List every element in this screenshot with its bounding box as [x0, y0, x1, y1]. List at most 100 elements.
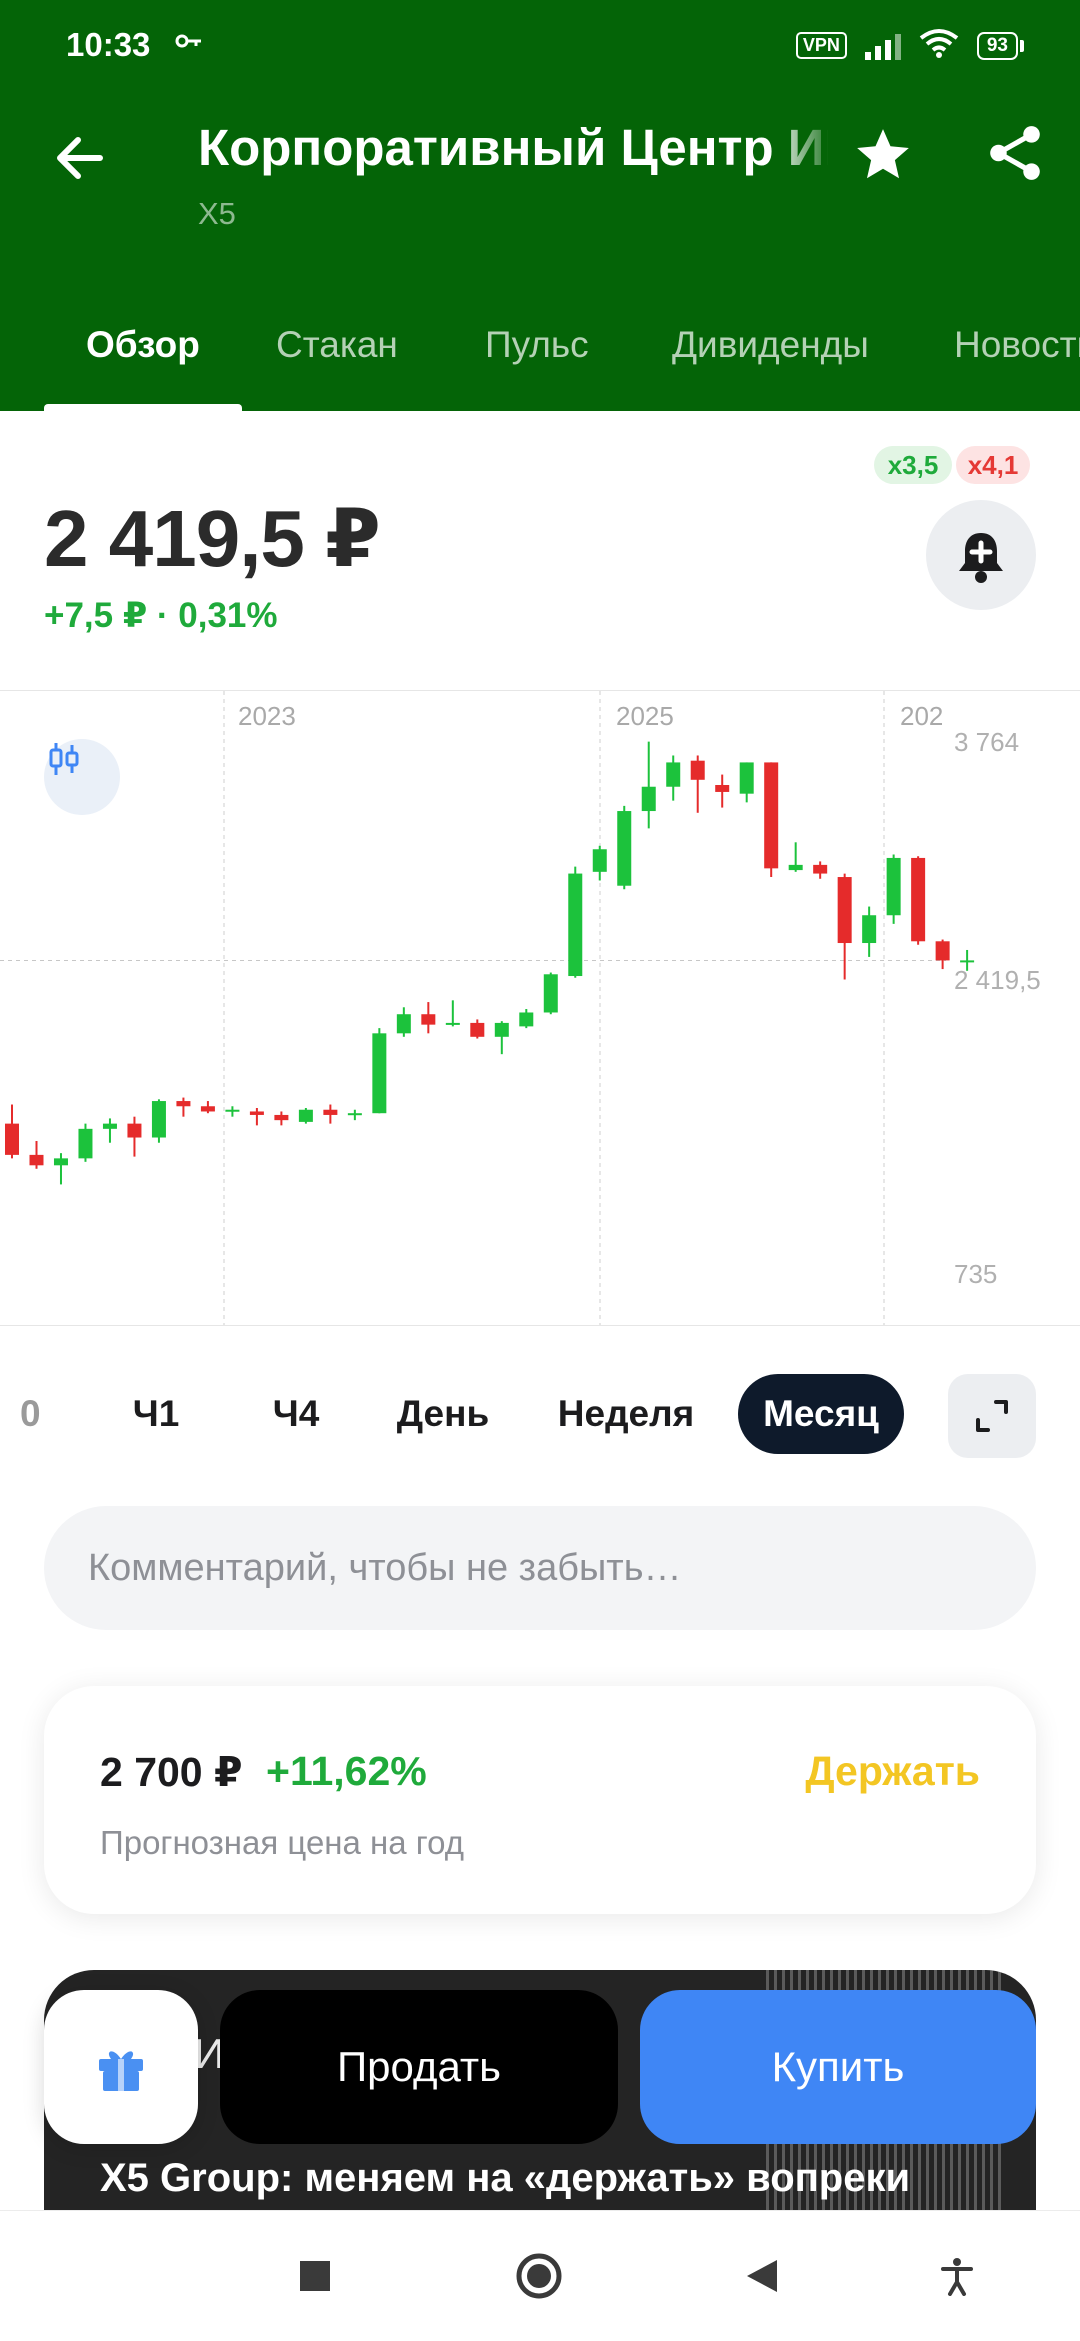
candle-38	[935, 939, 950, 970]
candle-15	[372, 1028, 387, 1114]
comment-input[interactable]: Комментарий, чтобы не забыть…	[44, 1506, 1036, 1630]
candle-27	[666, 755, 681, 801]
battery-level: 93	[976, 31, 1018, 60]
timeframe-day[interactable]: День	[376, 1374, 510, 1454]
accessibility-icon[interactable]	[932, 2251, 982, 2301]
candle-7	[176, 1097, 191, 1117]
gift-icon	[99, 2051, 143, 2091]
arrow-left-icon	[57, 137, 103, 179]
candle-3	[78, 1123, 93, 1162]
timeframe-h4[interactable]: Ч4	[246, 1374, 346, 1454]
price-change: +7,5 ₽ · 0,31%	[44, 596, 278, 635]
add-price-alert-button[interactable]	[926, 500, 1036, 610]
sell-button[interactable]: Продать	[220, 1990, 618, 2144]
candle-36	[886, 854, 901, 924]
year-label-2023: 2023	[238, 701, 296, 731]
tab-news[interactable]: Новости	[954, 324, 1080, 366]
page-title: Корпоративный Центр ИКС 5	[198, 119, 828, 176]
candles-icon	[49, 743, 79, 775]
forecast-price: 2 700 ₽	[100, 1749, 243, 1795]
forecast-change: +11,62%	[266, 1748, 427, 1794]
candle-8	[200, 1101, 215, 1114]
candle-23	[568, 866, 583, 978]
candle-32	[788, 842, 803, 872]
candle-26	[641, 741, 656, 829]
active-tab-indicator	[44, 404, 242, 411]
forecast-card[interactable]: 2 700 ₽ +11,62% Держать Прогнозная цена …	[44, 1686, 1036, 1914]
candle-18	[445, 1000, 460, 1027]
candle-9	[225, 1106, 240, 1117]
recent-apps-icon[interactable]	[290, 2251, 340, 2301]
key-icon	[174, 26, 204, 64]
candle-11	[274, 1111, 289, 1126]
long-leverage-badge: x3,5	[874, 446, 952, 484]
candle-4	[102, 1118, 117, 1143]
candle-19	[470, 1019, 485, 1039]
candle-33	[813, 861, 828, 879]
forecast-recommendation: Держать	[805, 1748, 980, 1794]
short-leverage-badge: x4,1	[956, 446, 1030, 484]
year-label-2026: 2026	[900, 701, 942, 731]
candle-21	[519, 1009, 534, 1029]
timeframe-selector: 0 Ч1 Ч4 День Неделя Месяц	[0, 1360, 1080, 1460]
system-nav-bar	[0, 2210, 1080, 2341]
news-title: X5 Group: меняем на «держать» вопреки	[100, 2156, 911, 2200]
y-axis-min-label: 735	[954, 1259, 998, 1289]
bell-plus-icon	[959, 533, 1003, 583]
timeframe-partial[interactable]: 0	[20, 1374, 56, 1454]
tab-pulse[interactable]: Пульс	[485, 324, 589, 366]
fullscreen-chart-button[interactable]	[948, 1374, 1036, 1458]
candle-20	[494, 1021, 509, 1055]
candle-10	[249, 1107, 264, 1126]
favorite-button[interactable]	[852, 124, 914, 186]
back-icon[interactable]	[736, 2251, 786, 2301]
star-icon	[857, 129, 909, 179]
share-button[interactable]	[984, 122, 1046, 184]
tab-overview[interactable]: Обзор	[86, 324, 200, 366]
candle-28	[690, 755, 705, 813]
candle-35	[862, 906, 877, 957]
candle-1	[29, 1140, 44, 1169]
candle-30	[739, 762, 754, 803]
status-icons: VPN 93	[795, 28, 1024, 63]
candle-34	[837, 873, 852, 980]
candlestick-chart-svg	[0, 691, 975, 1325]
candle-12	[298, 1107, 313, 1124]
y-axis-max-label: 3 764	[954, 727, 1020, 757]
expand-icon	[976, 1400, 1008, 1432]
chart-type-button[interactable]	[44, 739, 120, 815]
status-bar: 10:33 VPN 93	[0, 0, 1080, 96]
vpn-badge: VPN	[795, 32, 847, 59]
candle-31	[764, 762, 779, 878]
price-chart[interactable]: 2023 2025 2026 3 764 2 419,5 735	[0, 690, 1080, 1326]
battery-icon: 93	[976, 31, 1024, 60]
forecast-label: Прогнозная цена на год	[100, 1824, 464, 1861]
candle-2	[53, 1153, 68, 1185]
candle-37	[911, 856, 926, 945]
candle-25	[617, 805, 632, 890]
signal-icon	[864, 32, 901, 60]
gift-button[interactable]	[44, 1990, 198, 2144]
timeframe-week[interactable]: Неделя	[546, 1374, 706, 1454]
tab-dividends[interactable]: Дивиденды	[672, 324, 869, 366]
candle-29	[715, 774, 730, 808]
ticker-label: X5	[198, 196, 236, 231]
back-button[interactable]	[50, 128, 110, 188]
candle-5	[127, 1116, 142, 1157]
year-label-2025: 2025	[616, 701, 674, 731]
candle-17	[421, 1002, 436, 1034]
share-icon	[990, 126, 1040, 180]
timeframe-month[interactable]: Месяц	[738, 1374, 904, 1454]
home-icon[interactable]	[514, 2251, 564, 2301]
candle-14	[347, 1109, 362, 1121]
candle-16	[396, 1007, 411, 1037]
y-axis-current-label: 2 419,5	[954, 965, 1041, 995]
wifi-icon	[919, 28, 959, 63]
timeframe-h1[interactable]: Ч1	[106, 1374, 206, 1454]
app-header: 10:33 VPN 93 Корпоративный Центр ИКС 5 X…	[0, 0, 1080, 411]
tab-orderbook[interactable]: Стакан	[276, 324, 398, 366]
candle-6	[151, 1099, 166, 1143]
tab-bar: Обзор Стакан Пульс Дивиденды Новости	[0, 316, 1080, 411]
buy-button[interactable]: Купить	[640, 1990, 1036, 2144]
candle-13	[323, 1104, 338, 1124]
